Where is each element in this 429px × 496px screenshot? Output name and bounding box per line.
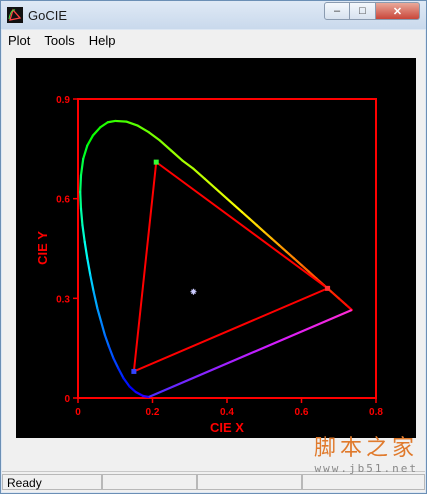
y-axis-label: CIE Y bbox=[35, 231, 50, 265]
close-icon: ✕ bbox=[392, 5, 403, 18]
spectral-locus-segment bbox=[103, 333, 111, 348]
primary-point-red bbox=[325, 285, 331, 291]
spectral-locus-segment bbox=[114, 119, 128, 123]
menu-bar: Plot Tools Help bbox=[2, 30, 425, 51]
spectral-locus-segment bbox=[81, 224, 86, 243]
spectral-locus-segment bbox=[214, 187, 229, 200]
primary-point-blue bbox=[131, 368, 137, 374]
spectral-locus-segment bbox=[278, 244, 288, 253]
spectral-locus-segment bbox=[192, 167, 206, 180]
menu-plot[interactable]: Plot bbox=[2, 33, 36, 48]
spectral-locus-segment bbox=[79, 207, 84, 227]
y-tick-label: 0.9 bbox=[56, 95, 70, 106]
spectral-locus-segment bbox=[125, 120, 139, 127]
x-tick-label: 0.2 bbox=[146, 407, 160, 418]
spectral-locus-segment bbox=[99, 121, 109, 129]
maximize-icon: □ bbox=[359, 5, 366, 17]
spectral-locus-segment bbox=[240, 210, 251, 220]
plot-frame bbox=[77, 98, 377, 399]
spectral-locus-segment bbox=[83, 240, 89, 260]
primary-point-green bbox=[153, 159, 159, 165]
watermark: 脚本之家 www.jb51.net bbox=[314, 430, 418, 475]
spectral-locus-segment bbox=[147, 131, 162, 142]
spectral-locus-segment bbox=[285, 250, 296, 260]
minimize-button[interactable]: – bbox=[324, 2, 350, 20]
spectral-locus-segment bbox=[112, 357, 120, 370]
spectral-locus-segment bbox=[96, 307, 103, 323]
app-icon bbox=[7, 7, 23, 23]
menu-tools[interactable]: Tools bbox=[38, 33, 80, 48]
purple-line bbox=[148, 308, 353, 399]
spectral-locus-segment bbox=[107, 345, 115, 360]
window-title: GoCIE bbox=[28, 8, 68, 23]
minimize-icon: – bbox=[333, 5, 341, 17]
spectral-locus-segment bbox=[92, 290, 99, 310]
spectral-locus-segment bbox=[122, 376, 131, 388]
spectral-locus-segment bbox=[134, 390, 145, 398]
spectral-locus-segment bbox=[86, 257, 92, 277]
spectral-locus-segment bbox=[79, 157, 85, 177]
spectral-locus-segment bbox=[106, 119, 117, 124]
spectral-locus-segment bbox=[79, 190, 83, 210]
spectral-locus-segment bbox=[233, 204, 243, 214]
gamut-triangle bbox=[132, 160, 330, 374]
status-pane-text: Ready bbox=[2, 474, 102, 490]
spectral-locus-segment bbox=[142, 394, 150, 399]
spectral-locus-segment bbox=[337, 297, 348, 307]
cie-chart: CIE Y CIE X 0 0.2 0.4 0.6 0.8 0 0.3 0.6 0.9 bbox=[35, 95, 383, 435]
spectral-locus-segment bbox=[89, 273, 95, 293]
spectral-locus-segment bbox=[99, 320, 106, 336]
spectral-locus-segment bbox=[158, 139, 173, 152]
status-pane-3 bbox=[197, 474, 302, 490]
spectral-locus-segment bbox=[117, 367, 125, 380]
status-pane-2 bbox=[102, 474, 197, 490]
title-bar[interactable]: GoCIE – □ ✕ bbox=[1, 1, 426, 29]
spectral-locus-segment bbox=[225, 197, 236, 207]
spectral-locus-segment bbox=[86, 134, 95, 147]
spectral-locus-segment bbox=[330, 290, 340, 300]
spectral-locus-segment bbox=[79, 174, 83, 194]
spectral-locus-segment bbox=[136, 124, 150, 134]
x-tick-label: 0.6 bbox=[295, 407, 309, 418]
status-text: Ready bbox=[7, 476, 42, 490]
x-tick-label: 0 bbox=[75, 407, 81, 418]
spectral-locus-segment bbox=[263, 230, 273, 240]
spectral-locus-segment bbox=[91, 126, 102, 137]
status-pane-4 bbox=[302, 474, 425, 490]
x-tick-label: 0.8 bbox=[369, 407, 383, 418]
watermark-title: 脚本之家 bbox=[313, 436, 418, 461]
maximize-button[interactable]: □ bbox=[350, 2, 376, 20]
spectral-locus-segment bbox=[170, 149, 184, 162]
x-axis-label: CIE X bbox=[210, 420, 244, 435]
app-window: GoCIE – □ ✕ Plot Tools Help CIE Y CIE X … bbox=[0, 0, 427, 494]
watermark-url: www.jb51.net bbox=[314, 462, 418, 475]
spectral-locus-segment bbox=[255, 224, 266, 233]
x-tick-label: 0.4 bbox=[220, 407, 234, 418]
y-tick-label: 0.6 bbox=[56, 195, 70, 206]
y-tick-label: 0 bbox=[64, 394, 70, 405]
spectral-locus-segment bbox=[203, 177, 217, 190]
spectral-locus-segment bbox=[128, 385, 137, 394]
spectral-locus-segment bbox=[181, 159, 195, 170]
spectral-locus-segment bbox=[270, 237, 281, 247]
close-button[interactable]: ✕ bbox=[376, 2, 420, 20]
spectral-locus-segment bbox=[82, 144, 89, 160]
cie-plot: CIE Y CIE X 0 0.2 0.4 0.6 0.8 0 0.3 0.6 0.9 bbox=[16, 58, 416, 438]
client-area: CIE Y CIE X 0 0.2 0.4 0.6 0.8 0 0.3 0.6 0.9 bbox=[2, 51, 425, 471]
menu-help[interactable]: Help bbox=[83, 33, 122, 48]
white-point-marker bbox=[190, 288, 197, 295]
y-tick-label: 0.3 bbox=[56, 294, 70, 305]
spectral-locus-segment bbox=[248, 217, 258, 227]
